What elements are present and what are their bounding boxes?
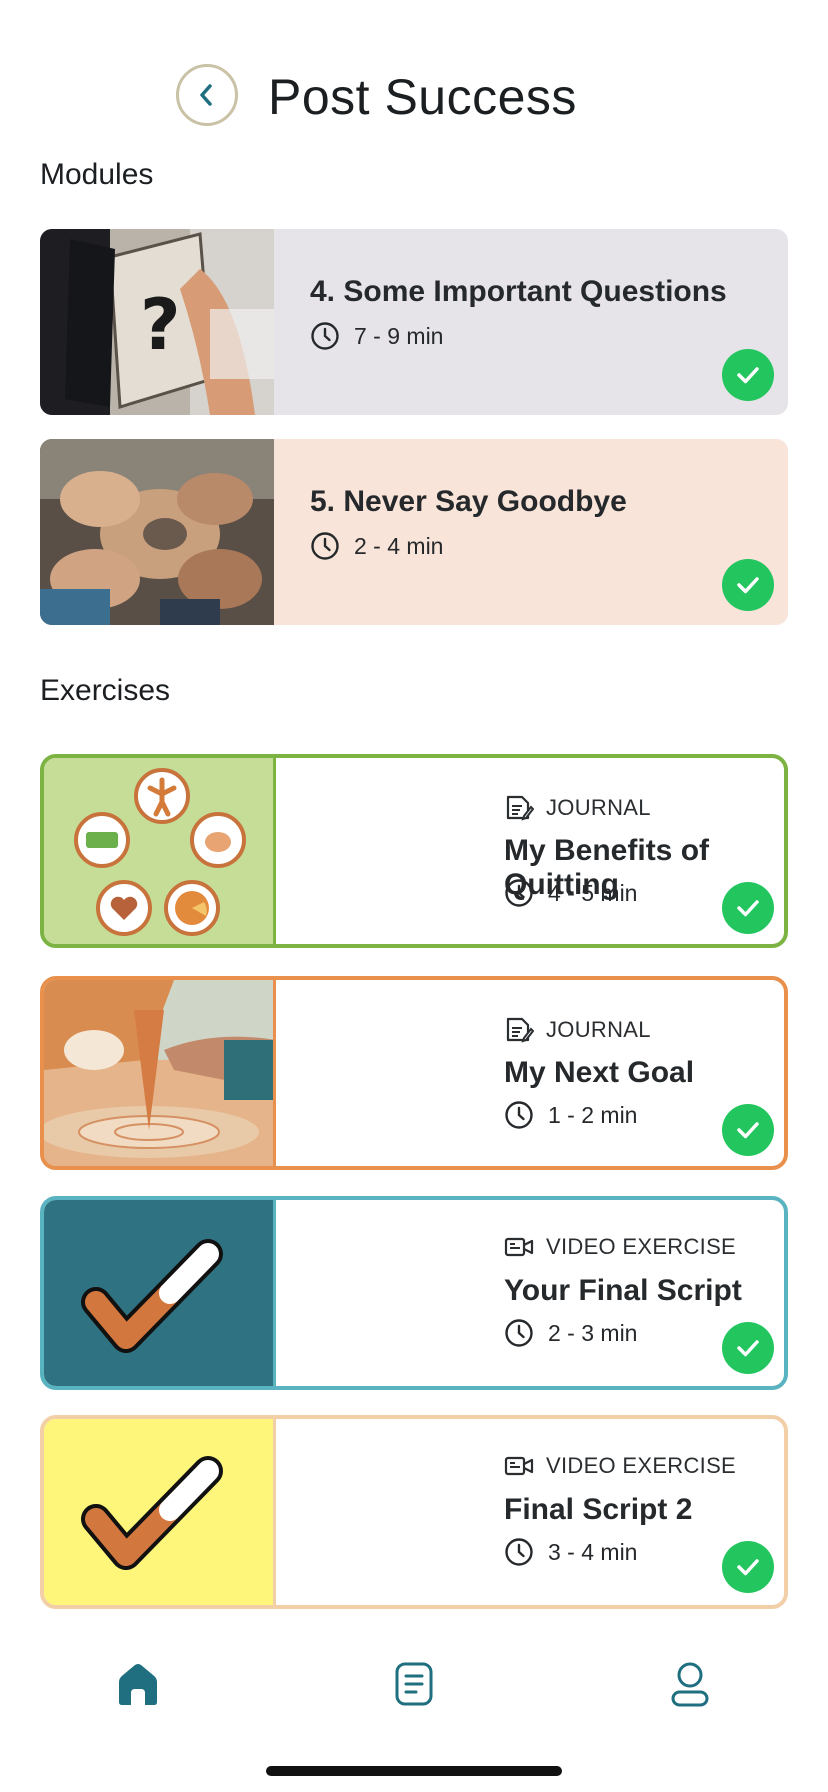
exercise-duration: 3 - 4 min bbox=[504, 1537, 637, 1567]
modules-heading: Modules bbox=[40, 158, 154, 191]
document-icon bbox=[395, 1662, 433, 1706]
exercise-type: JOURNAL bbox=[504, 1016, 651, 1044]
completed-check-icon bbox=[722, 559, 774, 611]
home-icon bbox=[119, 1664, 157, 1705]
completed-check-icon bbox=[722, 882, 774, 934]
exercise-card[interactable]: VIDEO EXERCISE Your Final Script 2 - 3 m… bbox=[40, 1196, 788, 1390]
tab-bar bbox=[0, 1630, 828, 1750]
exercise-thumbnail bbox=[44, 758, 276, 944]
module-duration: 7 - 9 min bbox=[310, 321, 443, 351]
duration-label: 4 - 5 min bbox=[548, 879, 638, 906]
exercise-body: JOURNAL My Benefits of Quitting 4 - 5 mi… bbox=[278, 758, 784, 944]
module-card[interactable]: 5. Never Say Goodbye 2 - 4 min bbox=[40, 439, 788, 625]
module-thumbnail: ? bbox=[40, 229, 274, 415]
clock-icon bbox=[505, 1101, 533, 1129]
completed-check-icon bbox=[722, 1322, 774, 1374]
tab-profile[interactable] bbox=[660, 1654, 720, 1714]
exercise-duration: 2 - 3 min bbox=[504, 1318, 637, 1348]
clock-icon bbox=[505, 1538, 533, 1566]
completed-check-icon bbox=[722, 1541, 774, 1593]
clock-icon bbox=[505, 879, 533, 907]
exercise-duration: 1 - 2 min bbox=[504, 1100, 637, 1130]
module-duration: 2 - 4 min bbox=[310, 531, 443, 561]
chevron-left-icon bbox=[200, 84, 212, 106]
exercise-type-label: JOURNAL bbox=[546, 1017, 651, 1042]
video-icon bbox=[504, 1456, 534, 1476]
exercise-type: VIDEO EXERCISE bbox=[504, 1453, 736, 1479]
exercise-card[interactable]: JOURNAL My Benefits of Quitting 4 - 5 mi… bbox=[40, 754, 788, 948]
module-title: 5. Never Say Goodbye bbox=[310, 485, 627, 518]
video-icon bbox=[504, 1237, 534, 1257]
exercise-thumbnail bbox=[44, 980, 276, 1166]
exercise-thumbnail bbox=[44, 1419, 276, 1605]
clock-icon bbox=[311, 532, 339, 560]
exercise-body: VIDEO EXERCISE Final Script 2 3 - 4 min bbox=[278, 1419, 784, 1605]
page-title: Post Success bbox=[268, 69, 577, 125]
completed-check-icon bbox=[722, 1104, 774, 1156]
header: Post Success bbox=[0, 64, 828, 134]
exercise-type-label: VIDEO EXERCISE bbox=[546, 1453, 737, 1478]
exercise-body: VIDEO EXERCISE Your Final Script 2 - 3 m… bbox=[278, 1200, 784, 1386]
module-title: 4. Some Important Questions bbox=[310, 275, 727, 308]
svg-text:?: ? bbox=[140, 284, 181, 366]
duration-label: 2 - 3 min bbox=[548, 1319, 638, 1346]
exercise-title: Your Final Script bbox=[504, 1274, 742, 1307]
tab-journal[interactable] bbox=[384, 1654, 444, 1714]
tab-home[interactable] bbox=[108, 1654, 168, 1714]
module-thumbnail bbox=[40, 439, 274, 625]
clock-icon bbox=[505, 1319, 533, 1347]
exercise-title: My Next Goal bbox=[504, 1056, 695, 1089]
exercise-card[interactable]: JOURNAL My Next Goal 1 - 2 min bbox=[40, 976, 788, 1170]
exercise-duration: 4 - 5 min bbox=[504, 878, 637, 908]
exercises-heading: Exercises bbox=[40, 674, 171, 707]
exercise-type: JOURNAL bbox=[504, 794, 651, 822]
exercise-body: JOURNAL My Next Goal 1 - 2 min bbox=[278, 980, 784, 1166]
exercise-card[interactable]: VIDEO EXERCISE Final Script 2 3 - 4 min bbox=[40, 1415, 788, 1609]
exercise-type: VIDEO EXERCISE bbox=[504, 1234, 736, 1260]
clock-icon bbox=[311, 322, 339, 350]
duration-label: 1 - 2 min bbox=[548, 1101, 638, 1128]
exercise-type-label: VIDEO EXERCISE bbox=[546, 1234, 737, 1259]
duration-label: 3 - 4 min bbox=[548, 1538, 638, 1565]
home-indicator bbox=[266, 1766, 562, 1776]
module-card[interactable]: ? 4. Some Important Questions 7 - 9 min bbox=[40, 229, 788, 415]
duration-label: 7 - 9 min bbox=[354, 322, 444, 349]
profile-icon bbox=[671, 1662, 709, 1707]
exercise-thumbnail bbox=[44, 1200, 276, 1386]
exercise-type-label: JOURNAL bbox=[546, 795, 651, 820]
completed-check-icon bbox=[722, 349, 774, 401]
journal-icon bbox=[506, 795, 534, 821]
exercise-title: Final Script 2 bbox=[504, 1493, 693, 1526]
back-button[interactable] bbox=[176, 64, 238, 126]
duration-label: 2 - 4 min bbox=[354, 532, 444, 559]
journal-icon bbox=[506, 1017, 534, 1043]
